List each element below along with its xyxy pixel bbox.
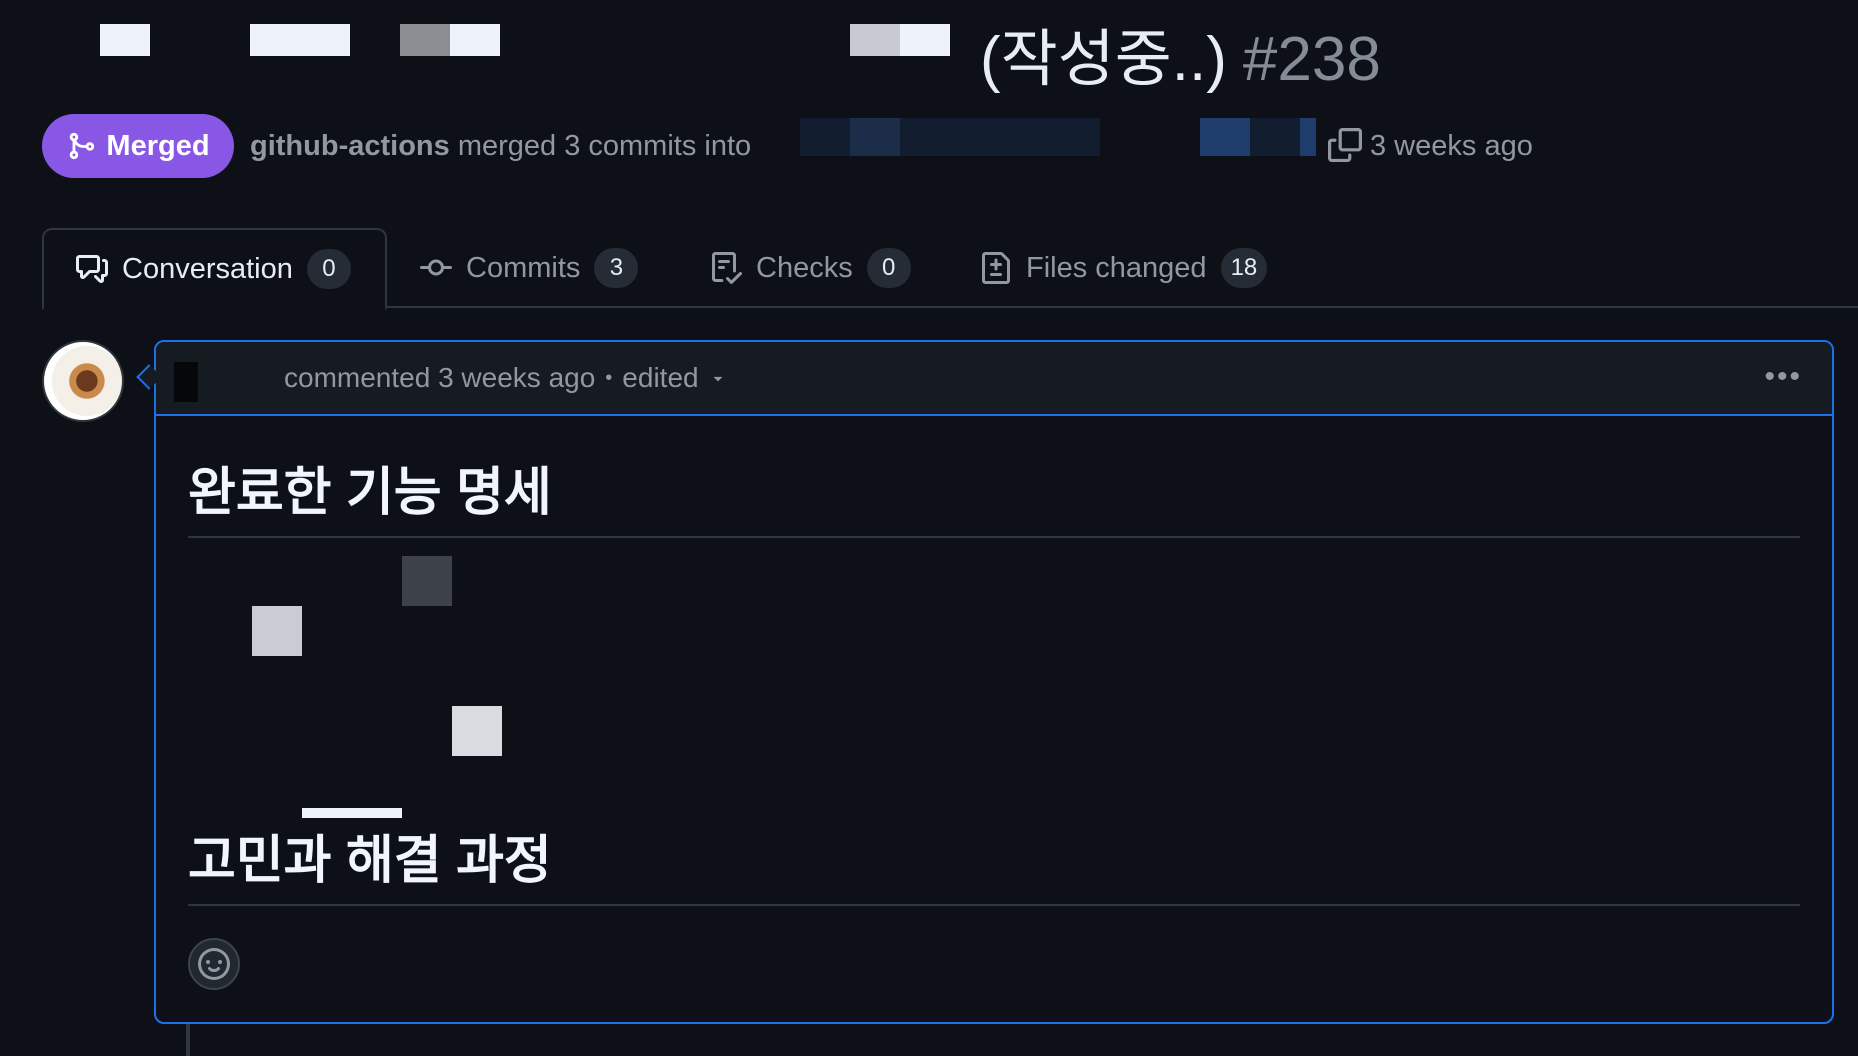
comment-discussion-icon	[76, 255, 108, 283]
tab-commits-label: Commits	[466, 251, 581, 284]
smiley-icon	[198, 948, 230, 980]
avatar[interactable]	[42, 340, 124, 422]
comment-meta: commented 3 weeks ago • edited	[284, 358, 727, 398]
tab-checks-label: Checks	[756, 251, 853, 284]
more-options-icon[interactable]: •••	[1764, 360, 1802, 394]
merged-label: Merged	[106, 129, 210, 162]
redacted-title-block	[100, 24, 150, 56]
add-reaction-button[interactable]	[188, 938, 240, 990]
section-heading-problems: 고민과 해결 과정	[188, 832, 552, 890]
git-merge-icon	[70, 132, 95, 160]
tab-commits[interactable]: Commits 3	[420, 228, 639, 308]
tab-checks-count: 0	[866, 248, 911, 288]
redacted-head-branch	[1300, 118, 1316, 156]
tab-checks[interactable]: Checks 0	[710, 228, 911, 308]
redacted-title-block	[450, 24, 500, 56]
tab-conversation-count: 0	[306, 249, 351, 289]
checklist-icon	[712, 252, 742, 284]
redacted-head-branch	[1200, 118, 1250, 156]
tab-conversation-label: Conversation	[122, 252, 293, 285]
pr-title-text: (작성중..)	[980, 25, 1227, 94]
merged-by-link[interactable]: github-actions	[250, 130, 450, 162]
comment-timestamp[interactable]: commented 3 weeks ago	[284, 358, 595, 398]
comment-header: commented 3 weeks ago • edited •••	[156, 342, 1832, 416]
redacted-title-block	[900, 24, 950, 56]
section-heading-features: 완료한 기능 명세	[188, 464, 552, 522]
heading-rule	[188, 536, 1800, 538]
redacted-base-branch	[850, 118, 900, 156]
edited-dropdown[interactable]: edited	[622, 358, 698, 398]
timeline-connector	[186, 1024, 190, 1056]
redacted-author-name[interactable]	[174, 362, 198, 402]
heading-rule	[188, 904, 1800, 906]
merge-time: 3 weeks ago	[1370, 130, 1533, 162]
copy-icon[interactable]	[1328, 128, 1362, 162]
tab-files-changed[interactable]: Files changed 18	[980, 228, 1268, 308]
tab-files-changed-label: Files changed	[1026, 251, 1207, 284]
redacted-title-block	[850, 24, 900, 56]
comment-card: commented 3 weeks ago • edited ••• 완료한 기…	[154, 340, 1834, 1024]
redacted-content	[402, 556, 452, 606]
redacted-title-block	[400, 24, 450, 56]
meta-separator: •	[605, 367, 613, 389]
pr-number: #238	[1242, 25, 1381, 94]
redacted-content	[252, 606, 302, 656]
merge-description: github-actions merged 3 commits into	[250, 125, 751, 167]
redacted-base-branch[interactable]	[800, 118, 1100, 156]
commit-icon	[420, 259, 452, 276]
redacted-title-block	[250, 24, 350, 56]
tab-files-changed-count: 18	[1220, 248, 1268, 288]
merged-status-badge: Merged	[42, 114, 234, 178]
file-diff-icon	[982, 252, 1010, 284]
tab-conversation[interactable]: Conversation 0	[42, 228, 387, 310]
redacted-content	[452, 706, 502, 756]
merge-text: merged 3 commits into	[457, 130, 752, 162]
redacted-content	[302, 808, 402, 818]
chevron-down-icon[interactable]	[709, 369, 727, 387]
pr-title: (작성중..) #238	[980, 20, 1381, 100]
tab-commits-count: 3	[594, 248, 639, 288]
